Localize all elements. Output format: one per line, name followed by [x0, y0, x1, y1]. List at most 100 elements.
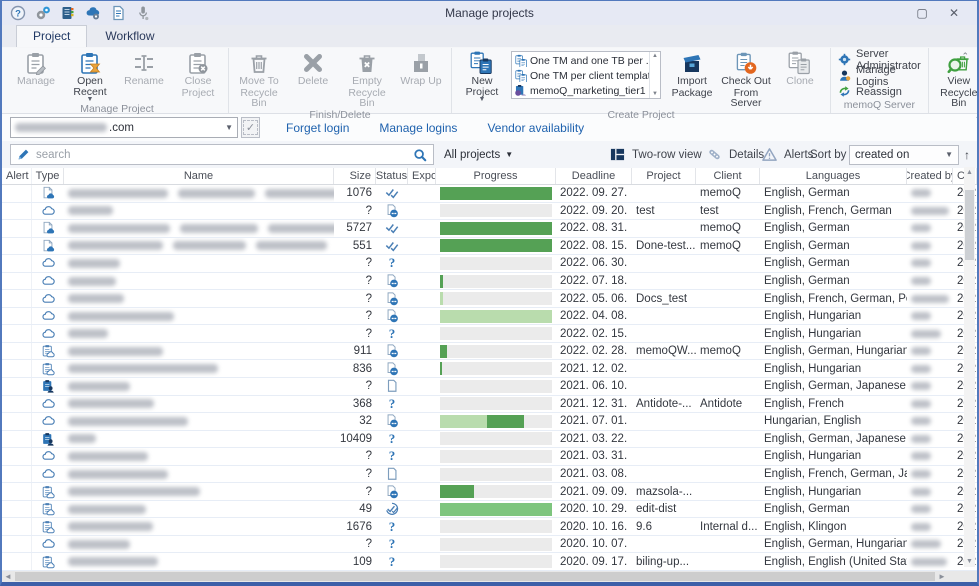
- status-question-icon: ?: [389, 431, 396, 447]
- ribbon-button-open-recent[interactable]: Open Recent▼: [63, 49, 117, 103]
- server-cloud-gear-icon[interactable]: [85, 5, 101, 21]
- cell-languages: English, Hungarian: [760, 483, 907, 500]
- ribbon-button-check-out-from-server[interactable]: Check OutFrom Server: [719, 49, 773, 109]
- ribbon-button-import-package[interactable]: ImportPackage: [665, 49, 719, 98]
- column-header-project[interactable]: Project: [632, 168, 696, 184]
- column-header-deadline[interactable]: Deadline: [556, 168, 632, 184]
- table-row[interactable]: ?2022. 05. 06.Docs_testEnglish, French, …: [2, 290, 977, 308]
- collapse-ribbon-icon[interactable]: ⌃: [961, 51, 969, 62]
- table-row[interactable]: ?2022. 04. 08.English, Hungarian202: [2, 308, 977, 326]
- cell-created-by-redacted: [907, 518, 953, 535]
- link-manage-logins[interactable]: Manage logins: [379, 121, 457, 135]
- view-toggle-two-row-view[interactable]: Two-row view: [610, 147, 702, 162]
- template-item[interactable]: One TM and one TB per ...: [512, 53, 649, 68]
- search-icon[interactable]: [413, 148, 427, 162]
- table-row[interactable]: 8362021. 12. 02.English, Hungarian202: [2, 360, 977, 378]
- move-to-recycle-icon: [247, 51, 271, 75]
- ribbon-button-new-project[interactable]: New Project▼: [455, 49, 509, 103]
- table-row[interactable]: 57272022. 08. 31.memoQEnglish, German202: [2, 220, 977, 238]
- options-gears-icon[interactable]: [35, 5, 51, 21]
- link-vendor-availability[interactable]: Vendor availability: [487, 121, 584, 135]
- column-header-languages[interactable]: Languages: [760, 168, 907, 184]
- template-item[interactable]: memoQ_marketing_tier1: [512, 83, 649, 98]
- ribbon-button-manage-logins[interactable]: Manage Logins: [834, 68, 925, 83]
- ribbon-button-view-recycle-bin[interactable]: ViewRecycle Bin: [932, 49, 979, 109]
- sort-direction-ascending-icon[interactable]: ↑: [964, 148, 970, 162]
- ribbon-tab-bar: ProjectWorkflow: [2, 25, 977, 48]
- column-header-created-by[interactable]: Created by: [907, 168, 953, 184]
- column-header-alert[interactable]: Alert: [2, 168, 32, 184]
- view-toggle-alerts[interactable]: Alerts: [762, 147, 813, 162]
- table-row[interactable]: 1676?2020. 10. 16.9.6Internal d...Englis…: [2, 518, 977, 536]
- table-row[interactable]: 9112022. 02. 28.memoQW...memoQEnglish, G…: [2, 343, 977, 361]
- column-header-size[interactable]: Size: [334, 168, 376, 184]
- status-wrapped-icon: [385, 221, 399, 235]
- close-project-icon: [186, 51, 210, 75]
- project-scope-dropdown[interactable]: All projects ▼: [444, 149, 513, 161]
- table-row[interactable]: ?2021. 06. 10.English, German, Japanese2…: [2, 378, 977, 396]
- dictation-mic-icon[interactable]: [135, 5, 151, 21]
- cell-type: [32, 308, 64, 325]
- type-cloud-icon: [41, 204, 55, 218]
- status-online-icon: [385, 414, 399, 428]
- table-row[interactable]: ?2021. 09. 09.mazsola-...English, Hungar…: [2, 483, 977, 501]
- sort-by-dropdown[interactable]: created on ▼: [849, 145, 959, 165]
- cell-client: [696, 431, 760, 448]
- vertical-scrollbar[interactable]: ▲ ▼: [964, 167, 975, 567]
- template-list-scrollbar[interactable]: ▲▼: [649, 52, 660, 98]
- table-row[interactable]: 10409?2021. 03. 22.English, German, Japa…: [2, 431, 977, 449]
- cell-created-by-redacted: [907, 273, 953, 290]
- column-header-client[interactable]: Client: [696, 168, 760, 184]
- column-header-progress[interactable]: Progress: [436, 168, 556, 184]
- type-clip-cloud-icon: [41, 502, 55, 516]
- document-icon[interactable]: [110, 5, 126, 21]
- cell-size: 32: [334, 413, 376, 430]
- tab-project[interactable]: Project: [16, 25, 87, 47]
- table-row[interactable]: ?2022. 07. 18.English, German202: [2, 273, 977, 291]
- cell-deadline: 2021. 03. 31.: [556, 448, 632, 465]
- ribbon-group-label: memoQ Server: [834, 99, 925, 113]
- cell-client: memoQ: [696, 185, 760, 202]
- table-row[interactable]: ??2022. 02. 15.English, Hungarian202: [2, 325, 977, 343]
- tab-workflow[interactable]: Workflow: [89, 26, 170, 47]
- resource-console-icon[interactable]: [60, 5, 76, 21]
- table-row[interactable]: 368?2021. 12. 31.Antidote-...AntidoteEng…: [2, 396, 977, 414]
- table-row[interactable]: ??2020. 10. 07.English, German, Hungaria…: [2, 536, 977, 554]
- column-header-type[interactable]: Type: [32, 168, 64, 184]
- close-button[interactable]: ✕: [941, 4, 967, 22]
- progress-bar: [440, 503, 552, 516]
- help-icon[interactable]: ?: [10, 5, 26, 21]
- column-header-export[interactable]: Export: [408, 168, 436, 184]
- table-row[interactable]: 109?2020. 09. 17.biling-up...English, En…: [2, 553, 977, 571]
- column-header-status[interactable]: Status: [376, 168, 408, 184]
- template-item[interactable]: One TM per client template: [512, 68, 649, 83]
- project-template-list[interactable]: One TM and one TB per ...One TM per clie…: [511, 51, 661, 99]
- search-input[interactable]: [36, 149, 407, 161]
- server-combobox[interactable]: .com ▼: [10, 117, 238, 138]
- ribbon-button-reassign[interactable]: Reassign: [834, 84, 925, 99]
- table-row[interactable]: ??2022. 06. 30.English, German202: [2, 255, 977, 273]
- column-header-name[interactable]: Name: [64, 168, 334, 184]
- table-row[interactable]: ??2021. 03. 31.English, Hungarian202: [2, 448, 977, 466]
- table-row[interactable]: 5512022. 08. 15.Done-test...memoQEnglish…: [2, 238, 977, 256]
- table-row[interactable]: 322021. 07. 01.Hungarian, English202: [2, 413, 977, 431]
- cell-progress: [436, 203, 556, 220]
- link-forget-login[interactable]: Forget login: [286, 121, 349, 135]
- cell-export: [408, 290, 436, 307]
- cell-project: test: [632, 203, 696, 220]
- table-row[interactable]: ?2021. 03. 08.English, French, German, J…: [2, 466, 977, 484]
- cell-name-redacted: [64, 536, 334, 553]
- type-doc-cloud-icon: [41, 186, 55, 200]
- cell-size: ?: [334, 203, 376, 220]
- horizontal-scrollbar[interactable]: ◄ ►: [2, 571, 977, 582]
- table-row[interactable]: ?2022. 09. 20.testtestEnglish, French, G…: [2, 203, 977, 221]
- table-row[interactable]: 492020. 10. 29.edit-distEnglish, German2…: [2, 501, 977, 519]
- table-row[interactable]: 10762022. 09. 27.memoQEnglish, German202: [2, 185, 977, 203]
- view-toggle-details[interactable]: Details: [707, 147, 764, 162]
- table-header: AlertTypeNameSizeStatusExportProgressDea…: [2, 168, 977, 185]
- cell-created-by-redacted: [907, 553, 953, 570]
- cell-progress: [436, 343, 556, 360]
- cell-size: 1076: [334, 185, 376, 202]
- maximize-button[interactable]: ▢: [909, 4, 935, 22]
- cell-languages: English, Hungarian: [760, 325, 907, 342]
